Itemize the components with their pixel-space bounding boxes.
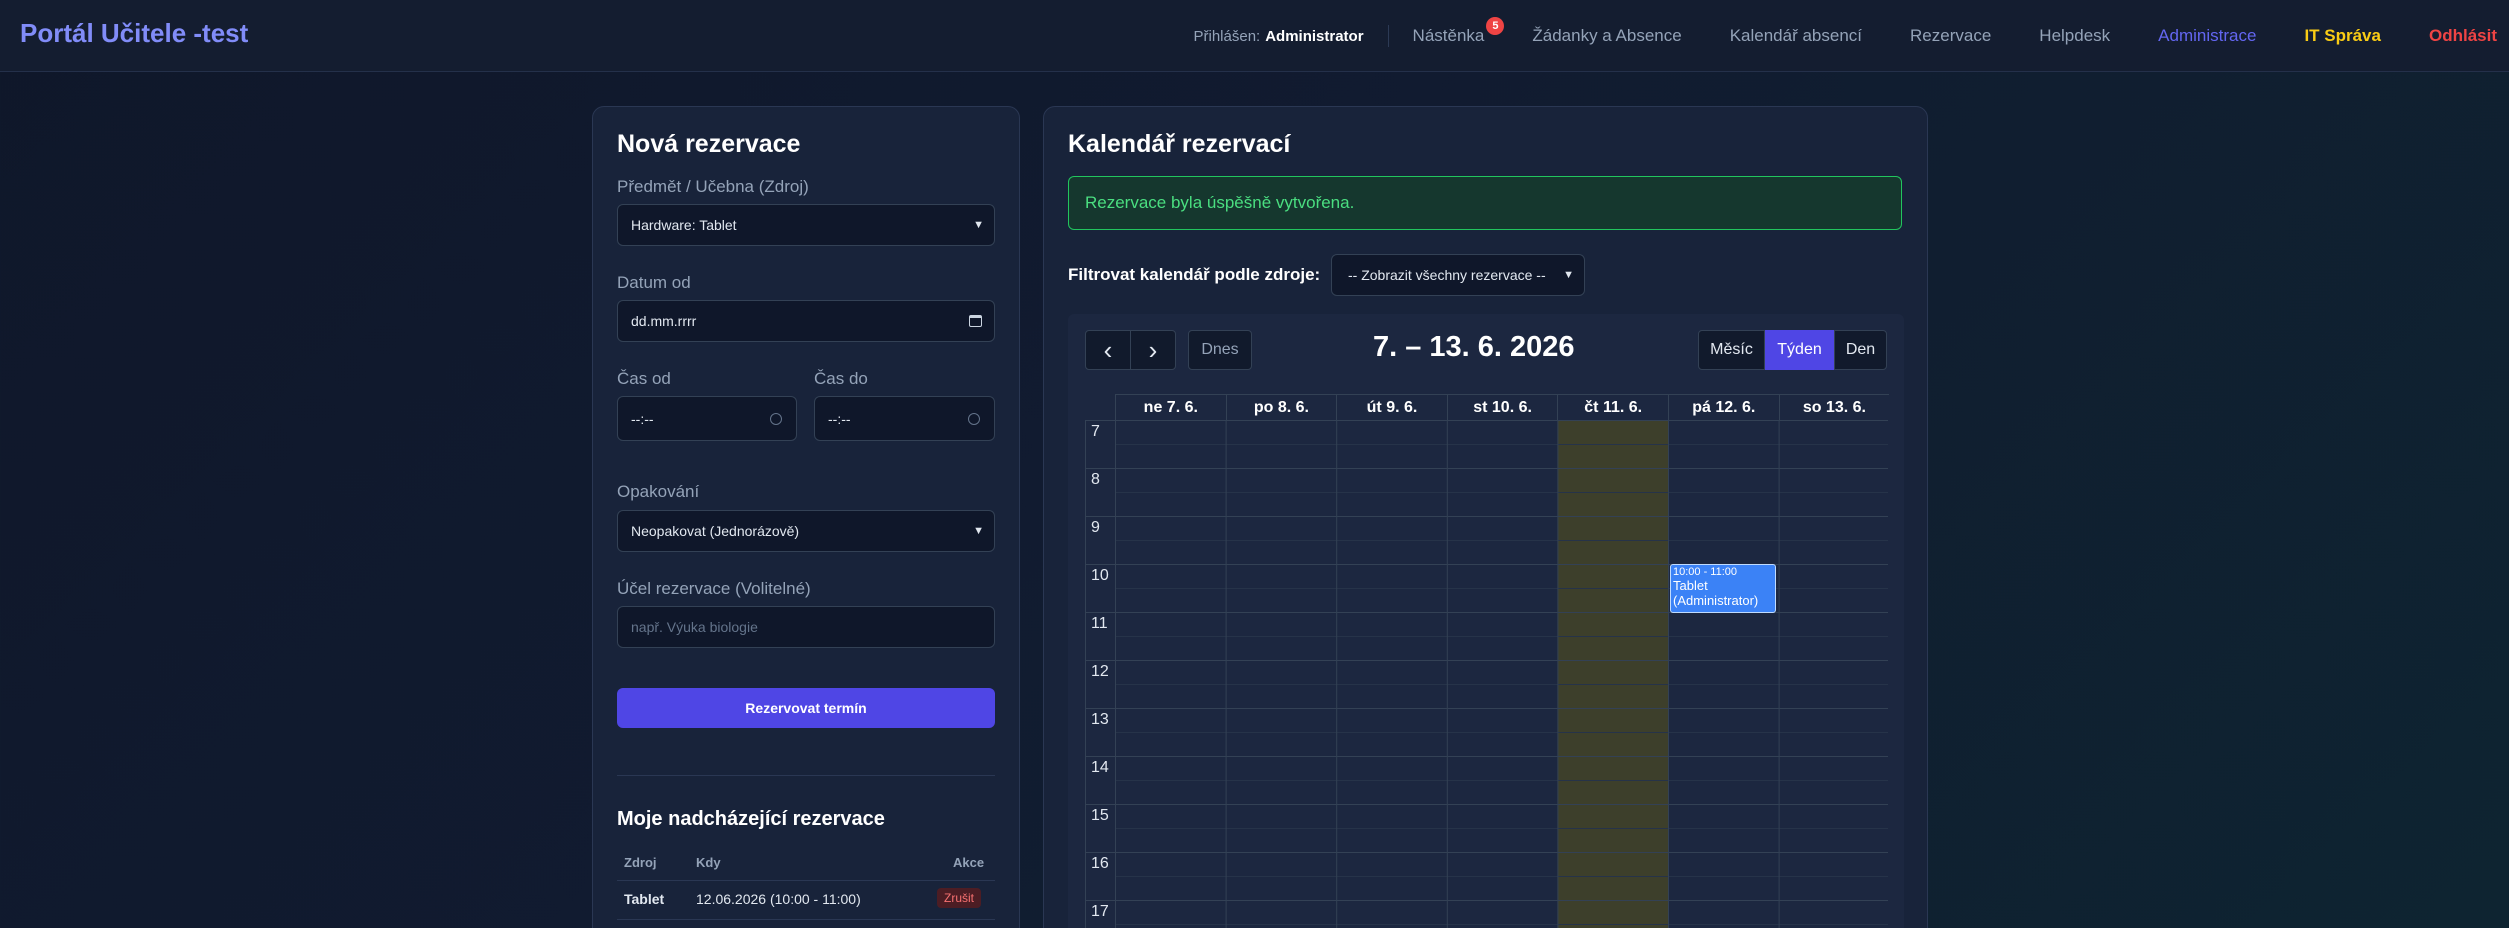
cancel-reservation-button[interactable]: Zrušit [937, 888, 981, 908]
day-header: po 8. 6. [1225, 394, 1337, 420]
purpose-label: Účel rezervace (Volitelné) [617, 579, 811, 598]
success-alert: Rezervace byla úspěšně vytvořena. [1068, 176, 1902, 230]
brand-title[interactable]: Portál Učitele -test [20, 18, 248, 49]
event-title: Tablet [1673, 578, 1708, 593]
repeat-select[interactable]: Neopakovat (Jednorázově) ▼ [617, 510, 995, 552]
logged-prefix: Přihlášen: [1193, 27, 1261, 45]
table-header-action: Akce [953, 855, 985, 870]
table-header-when: Kdy [696, 855, 721, 870]
table-header-resource: Zdroj [624, 855, 657, 870]
hour-label: 7 [1091, 423, 1100, 440]
nav-link-administrace[interactable]: Administrace [2158, 26, 2256, 46]
hour-label: 10 [1091, 567, 1109, 584]
event-owner: (Administrator) [1673, 593, 1759, 608]
event-time: 10:00 - 11:00 [1673, 566, 1738, 578]
today-button[interactable]: Dnes [1188, 330, 1252, 370]
nav-link-nastenka[interactable]: Nástěnka 5 [1412, 17, 1505, 46]
view-month-button[interactable]: Měsíc [1698, 330, 1765, 370]
next-week-button[interactable]: › [1130, 330, 1176, 370]
nav-link-nastenka-label: Nástěnka [1412, 26, 1485, 45]
day-header: st 10. 6. [1446, 394, 1558, 420]
table-header-divider [617, 880, 995, 881]
repeat-select-value: Neopakovat (Jednorázově) [631, 523, 800, 539]
new-reservation-title: Nová rezervace [617, 130, 801, 158]
repeat-label: Opakování [617, 482, 700, 501]
chevron-right-icon: › [1148, 334, 1158, 365]
filter-select[interactable]: -- Zobrazit všechny rezervace -- ▼ [1331, 254, 1585, 296]
time-from-value: --:-- [631, 410, 654, 427]
nav-link-it-sprava[interactable]: IT Správa [2304, 26, 2381, 46]
hour-label: 12 [1091, 663, 1109, 680]
nav-link-kalendar-absenci[interactable]: Kalendář absencí [1730, 26, 1862, 46]
hour-label: 9 [1091, 519, 1100, 536]
hour-label: 14 [1091, 759, 1109, 776]
hour-label: 13 [1091, 711, 1109, 728]
submit-reservation-button[interactable]: Rezervovat termín [617, 688, 995, 728]
time-from-label: Čas od [617, 369, 671, 388]
prev-week-button[interactable]: ‹ [1085, 330, 1131, 370]
chevron-down-icon: ▼ [1563, 269, 1574, 281]
date-from-label: Datum od [617, 273, 691, 292]
calendar-icon[interactable] [969, 315, 982, 327]
resource-select[interactable]: Hardware: Tablet ▼ [617, 204, 995, 246]
nav-links: Přihlášen: Administrator Nástěnka 5 Žáda… [1194, 0, 2509, 72]
time-to-value: --:-- [828, 410, 851, 427]
clock-icon[interactable] [968, 412, 980, 425]
upcoming-reservations-title: Moje nadcházející rezervace [617, 808, 885, 830]
time-to-label: Čas do [814, 369, 868, 388]
chevron-down-icon: ▼ [973, 219, 984, 231]
table-row-divider [617, 919, 995, 920]
clock-icon[interactable] [770, 412, 782, 425]
row-resource: Tablet [624, 891, 665, 907]
logged-username: Administrator [1265, 27, 1364, 45]
chevron-down-icon: ▼ [973, 525, 984, 537]
row-when: 12.06.2026 (10:00 - 11:00) [696, 891, 861, 907]
nav-link-rezervace[interactable]: Rezervace [1910, 26, 1991, 46]
logged-user: Přihlášen: Administrator [1194, 25, 1389, 47]
purpose-input[interactable]: např. Výuka biologie [617, 606, 995, 648]
day-header: pá 12. 6. [1668, 394, 1779, 420]
day-header: čt 11. 6. [1557, 394, 1668, 420]
day-header: út 9. 6. [1336, 394, 1447, 420]
date-from-value: dd.mm.rrrr [631, 313, 697, 329]
day-header: ne 7. 6. [1115, 394, 1226, 420]
hour-label: 11 [1091, 615, 1108, 632]
view-week-button[interactable]: Týden [1765, 330, 1834, 370]
calendar-title: Kalendář rezervací [1068, 130, 1291, 158]
nav-link-zadanky[interactable]: Žádanky a Absence [1532, 26, 1681, 46]
today-column-highlight [1557, 420, 1668, 928]
purpose-placeholder: např. Výuka biologie [631, 619, 758, 635]
section-divider [617, 775, 995, 776]
calendar-event[interactable]: 10:00 - 11:00 Tablet (Administrator) [1670, 564, 1776, 613]
week-time-grid [1085, 420, 1891, 928]
nav-link-helpdesk[interactable]: Helpdesk [2039, 26, 2110, 46]
time-from-input[interactable]: --:-- [617, 396, 797, 441]
hour-label: 15 [1091, 807, 1109, 824]
notification-badge: 5 [1486, 17, 1505, 35]
resource-label: Předmět / Učebna (Zdroj) [617, 177, 809, 196]
view-day-button[interactable]: Den [1834, 330, 1887, 370]
logout-link[interactable]: Odhlásit [2429, 26, 2497, 46]
chevron-left-icon: ‹ [1103, 334, 1113, 365]
hour-label: 8 [1091, 471, 1100, 488]
filter-label: Filtrovat kalendář podle zdroje: [1068, 265, 1321, 284]
hour-label: 16 [1091, 855, 1109, 872]
hour-label: 17 [1091, 903, 1109, 920]
time-grid-lines [1085, 420, 1891, 928]
calendar-range-title: 7. – 13. 6. 2026 [1373, 331, 1575, 363]
time-to-input[interactable]: --:-- [814, 396, 995, 441]
day-header: so 13. 6. [1778, 394, 1890, 420]
date-from-input[interactable]: dd.mm.rrrr [617, 300, 995, 342]
top-navbar: Portál Učitele -test Přihlášen: Administ… [0, 0, 2509, 72]
filter-select-value: -- Zobrazit všechny rezervace -- [1348, 267, 1546, 283]
resource-select-value: Hardware: Tablet [631, 217, 737, 233]
